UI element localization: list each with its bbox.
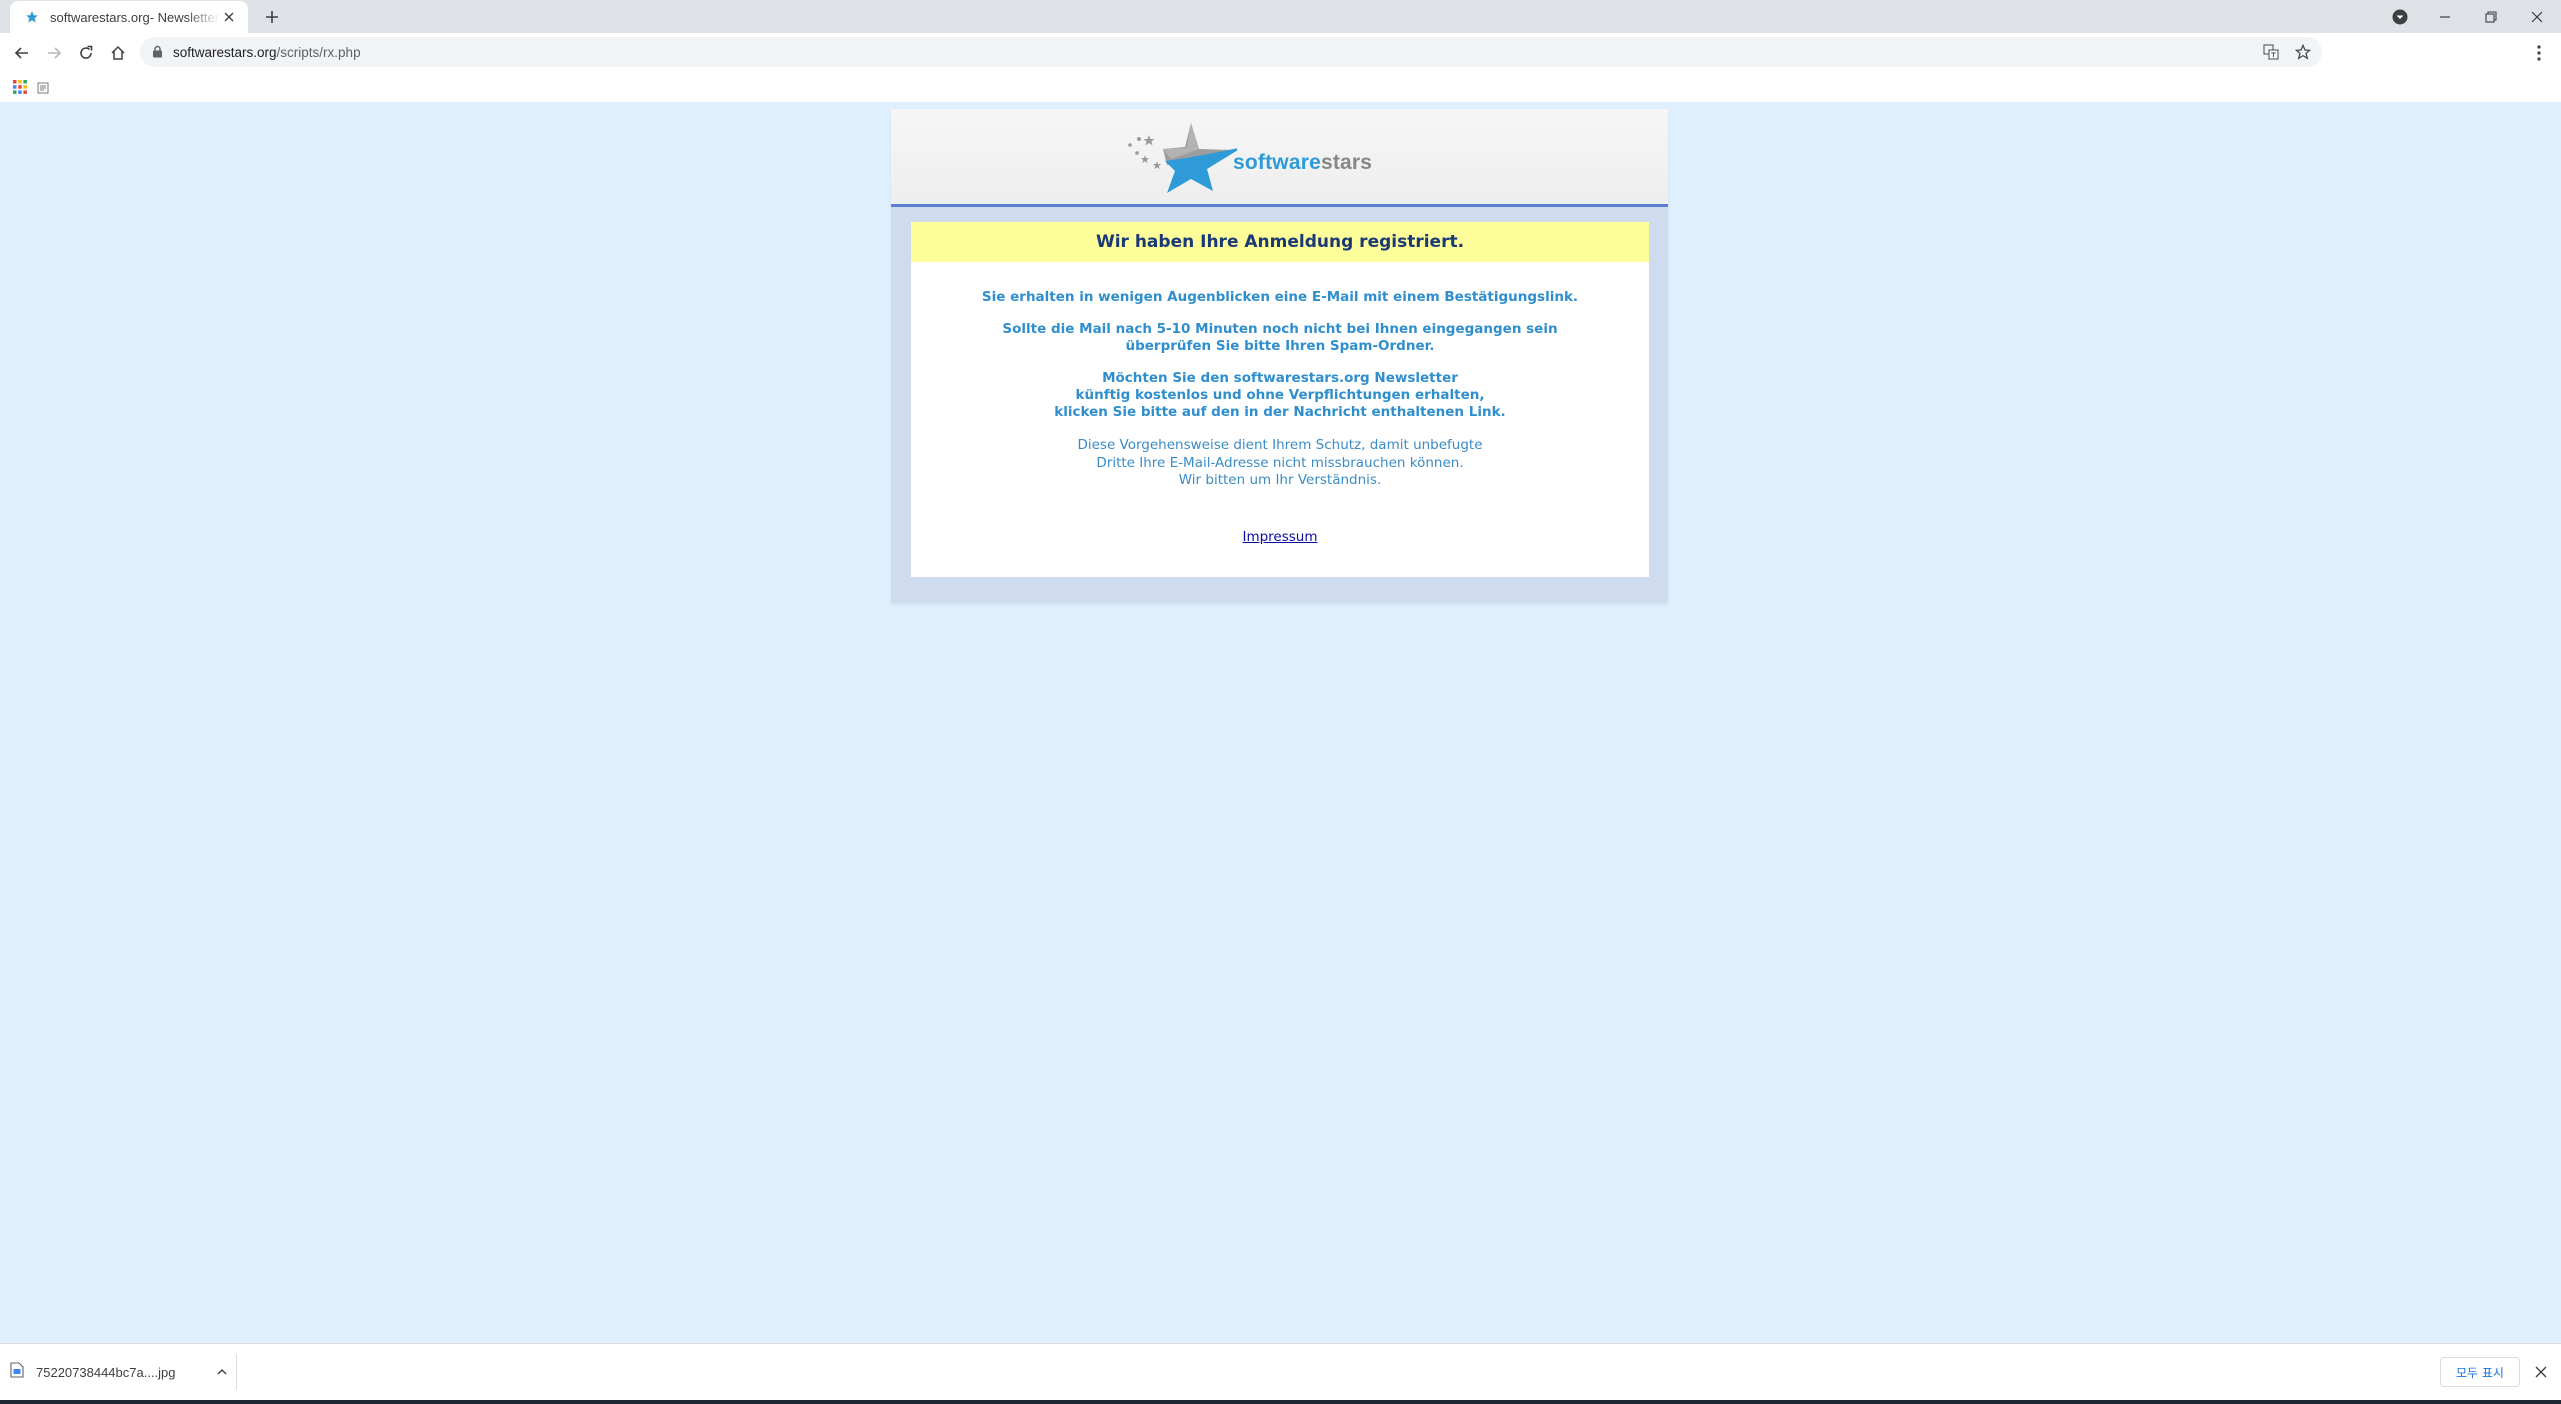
url-domain: softwarestars.org [173,44,277,60]
tab-title: softwarestars.org- Newsletterve [50,9,220,25]
bookmarks-bar [0,71,2561,103]
message-panel: Wir haben Ihre Anmeldung registriert. Si… [911,222,1649,577]
download-bar: 75220738444bc7a....jpg 모두 표시 [0,1343,2561,1401]
minimize-button[interactable] [2422,0,2468,33]
download-item[interactable]: 75220738444bc7a....jpg [10,1352,228,1392]
browser-tab[interactable]: softwarestars.org- Newsletterve [10,1,248,33]
info-paragraph-4: Diese Vorgehensweise dient Ihrem Schutz,… [911,437,1649,490]
browser-toolbar: softwarestars.org/scripts/rx.php [0,33,2561,71]
bookmark-favicon-icon[interactable] [37,79,49,98]
impressum-wrapper: Impressum [911,526,1649,545]
back-button[interactable] [10,41,34,65]
logo-wordmark: softwarestars [1233,151,1372,175]
url-path: /scripts/rx.php [276,44,361,60]
logo-star-icon [1128,123,1237,193]
logo-text-software: software [1233,151,1321,174]
home-button[interactable] [106,41,130,65]
softwarestars-logo[interactable]: softwarestars [1127,117,1437,195]
close-download-bar-icon[interactable] [2530,1361,2552,1383]
text-line: Möchten Sie den softwarestars.org Newsle… [1102,370,1458,386]
download-divider [236,1354,237,1390]
registration-banner: Wir haben Ihre Anmeldung registriert. [911,222,1649,262]
address-bar[interactable]: softwarestars.org/scripts/rx.php [140,37,2322,67]
lock-icon[interactable] [152,43,163,62]
text-line: Sie erhalten in wenigen Augenblicken ein… [981,289,1579,305]
chevron-up-icon[interactable] [216,1363,228,1382]
download-file-name: 75220738444bc7a....jpg [36,1364,176,1380]
text-line: Dritte Ihre E-Mail-Adresse nicht missbra… [1096,454,1464,471]
text-line: Sollte die Mail nach 5-10 Minuten noch n… [1002,321,1558,337]
close-icon[interactable] [220,8,238,26]
text-line: Wir bitten um Ihr Verständnis. [1178,472,1382,488]
star-favicon-icon [24,9,40,25]
bookmark-star-icon[interactable] [2292,41,2314,63]
logo-text-stars: stars [1320,151,1373,174]
page-viewport: softwarestars Wir haben Ihre Anmeldung r… [0,102,2561,1343]
new-tab-button[interactable] [262,7,282,27]
file-image-icon [10,1362,24,1382]
text-line: künftig kostenlos und ohne Verpflichtung… [1075,387,1485,403]
profile-dropdown-icon[interactable] [2377,0,2423,33]
translate-icon[interactable] [2260,41,2282,63]
reload-button[interactable] [74,41,98,65]
info-paragraph-3: Möchten Sie den softwarestars.org Newsle… [911,370,1649,421]
show-all-button[interactable]: 모두 표시 [2440,1357,2520,1387]
info-paragraph-1: Sie erhalten in wenigen Augenblicken ein… [911,289,1649,306]
text-line: Diese Vorgehensweise dient Ihrem Schutz,… [1077,437,1483,453]
menu-kebab-icon[interactable] [2527,41,2551,65]
confirmation-card: softwarestars Wir haben Ihre Anmeldung r… [891,109,1668,603]
tab-strip: softwarestars.org- Newsletterve [0,0,2561,33]
forward-button[interactable] [42,41,66,65]
taskbar-edge [0,1400,2561,1404]
restore-button[interactable] [2468,0,2514,33]
info-paragraph-2: Sollte die Mail nach 5-10 Minuten noch n… [911,321,1649,355]
close-window-button[interactable] [2514,0,2560,33]
text-line: klicken Sie bitte auf den in der Nachric… [1054,404,1506,420]
site-header: softwarestars [891,109,1668,207]
apps-grid-icon[interactable] [13,79,27,98]
impressum-link[interactable]: Impressum [1242,529,1317,545]
url-text[interactable]: softwarestars.org/scripts/rx.php [173,45,361,60]
text-line: überprüfen Sie bitte Ihren Spam-Ordner. [1125,338,1435,354]
